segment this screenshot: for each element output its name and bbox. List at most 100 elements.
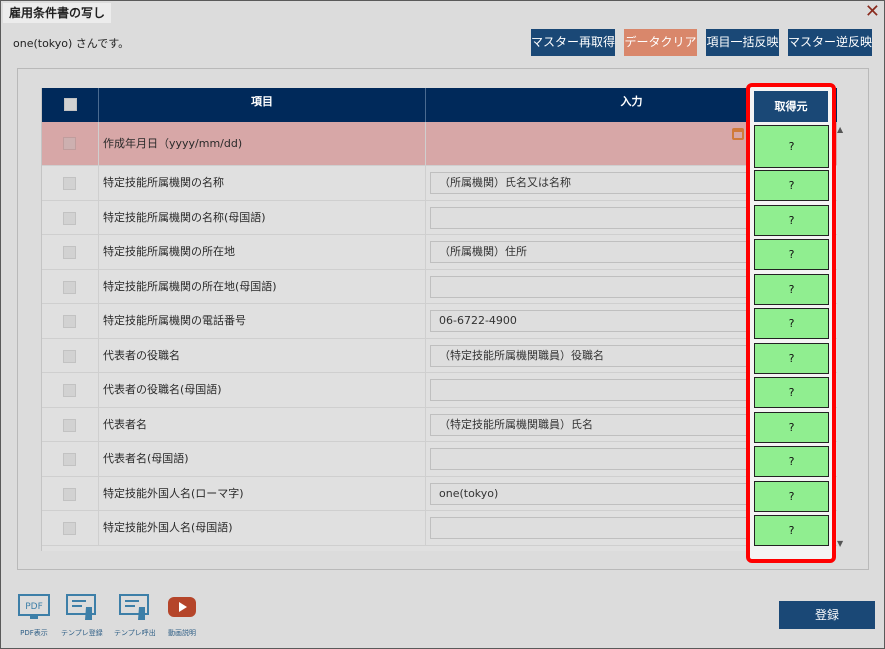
- row-checkbox[interactable]: [63, 453, 76, 466]
- row-checkbox[interactable]: [63, 487, 76, 501]
- source-cell[interactable]: ?: [754, 204, 829, 236]
- column-divider: [98, 338, 99, 372]
- column-divider: [425, 304, 426, 338]
- row-checkbox[interactable]: [63, 349, 76, 363]
- row-input-field[interactable]: 06-6722-4900: [430, 310, 760, 332]
- row-checkbox[interactable]: [63, 384, 76, 397]
- video-help-button[interactable]: 動画説明: [162, 593, 202, 638]
- source-cell[interactable]: ?: [754, 273, 829, 305]
- row-checkbox[interactable]: [63, 315, 76, 328]
- column-divider: [425, 442, 426, 476]
- column-divider: [98, 511, 99, 545]
- video-help-label: 動画説明: [168, 629, 196, 637]
- row-checkbox[interactable]: [63, 418, 76, 432]
- row-input-field[interactable]: （所属機関）住所: [430, 241, 760, 263]
- source-cell[interactable]: ?: [754, 411, 829, 443]
- scroll-up-icon[interactable]: ▲: [837, 125, 843, 134]
- pdf-icon-text: PDF: [25, 602, 43, 612]
- column-divider: [98, 166, 99, 200]
- row-input-field[interactable]: [430, 448, 760, 470]
- row-input-field[interactable]: [430, 206, 760, 229]
- template-register-label: テンプレ登録: [61, 629, 103, 637]
- column-divider: [98, 122, 99, 165]
- row-label: 特定技能外国人名(母国語): [103, 521, 233, 534]
- row-label: 代表者の役職名: [103, 348, 180, 362]
- row-label: 特定技能所属機関の名称(母国語): [103, 210, 266, 224]
- data-clear-button[interactable]: データクリア: [624, 29, 697, 56]
- row-label: 特定技能所属機関の名称: [103, 176, 224, 189]
- table-row: 特定技能所属機関の所在地 （所属機関）住所: [42, 235, 837, 270]
- source-cell[interactable]: ?: [754, 377, 829, 408]
- select-all-checkbox[interactable]: [63, 98, 77, 111]
- source-column-highlight: 取得元 ????????????: [746, 83, 836, 563]
- source-cell[interactable]: ?: [754, 170, 829, 201]
- dialog-title: 雇用条件書の写し: [3, 3, 112, 23]
- column-divider: [98, 476, 99, 510]
- table-row: 特定技能外国人名(ローマ字) one(tokyo): [42, 476, 837, 511]
- template-call-icon: [119, 594, 149, 620]
- item-apply-button[interactable]: 項目一括反映: [706, 29, 779, 56]
- table-row: 作成年月日（yyyy/mm/dd): [42, 122, 837, 166]
- column-divider: [98, 235, 99, 269]
- row-label: 特定技能所属機関の所在地: [103, 245, 235, 258]
- row-input-field[interactable]: [430, 379, 760, 401]
- master-reverse-button[interactable]: マスター逆反映: [788, 29, 872, 56]
- row-checkbox[interactable]: [63, 211, 76, 225]
- column-divider: [98, 373, 99, 407]
- column-divider: [425, 122, 426, 165]
- template-register-icon: [66, 594, 96, 620]
- row-input-field[interactable]: （所属機関）氏名又は名称: [430, 172, 760, 194]
- table-row: 代表者名(母国語): [42, 442, 837, 477]
- row-input-field[interactable]: [430, 275, 760, 298]
- video-icon: [168, 597, 196, 617]
- header-item: 項目: [99, 88, 426, 122]
- row-input-field[interactable]: one(tokyo): [430, 482, 760, 505]
- row-label: 特定技能外国人名(ローマ字): [103, 486, 244, 500]
- column-divider: [425, 511, 426, 545]
- source-cell[interactable]: ?: [754, 308, 829, 339]
- row-label: 特定技能所属機関の所在地(母国語): [103, 279, 277, 293]
- row-checkbox[interactable]: [63, 280, 76, 294]
- column-divider: [98, 304, 99, 338]
- column-divider: [425, 407, 426, 441]
- source-cell[interactable]: ?: [754, 125, 829, 168]
- table-row: 代表者名 （特定技能所属機関職員）氏名: [42, 407, 837, 442]
- header-select-all[interactable]: [42, 88, 99, 122]
- source-cell[interactable]: ?: [754, 515, 829, 546]
- data-grid: 項目 入力 作成年月日（yyyy/mm/dd) 特定技能所属機関の名称 （所属機関）…: [41, 88, 837, 551]
- row-input-field[interactable]: （特定技能所属機関職員）氏名: [430, 413, 760, 436]
- row-checkbox[interactable]: [63, 246, 76, 259]
- column-divider: [425, 269, 426, 303]
- row-label: 代表者の役職名(母国語): [103, 383, 222, 396]
- column-divider: [425, 476, 426, 510]
- pdf-view-button[interactable]: PDF PDF表示: [14, 593, 54, 638]
- pdf-icon: PDF: [18, 594, 50, 619]
- row-input-field[interactable]: （特定技能所属機関職員）役職名: [430, 344, 760, 367]
- source-cell[interactable]: ?: [754, 480, 829, 512]
- row-checkbox[interactable]: [63, 177, 76, 190]
- source-cell[interactable]: ?: [754, 342, 829, 374]
- calendar-icon[interactable]: [732, 128, 744, 140]
- row-input-field[interactable]: [430, 517, 760, 539]
- column-divider: [425, 235, 426, 269]
- template-call-button[interactable]: テンプレ呼出: [114, 593, 156, 638]
- table-row: 特定技能外国人名(母国語): [42, 511, 837, 546]
- row-label: 代表者名: [103, 417, 147, 431]
- table-row: 代表者の役職名 （特定技能所属機関職員）役職名: [42, 338, 837, 373]
- close-icon[interactable]: ✕: [865, 2, 880, 22]
- column-divider: [425, 373, 426, 407]
- column-divider: [425, 338, 426, 372]
- row-checkbox[interactable]: [63, 522, 76, 535]
- master-refetch-button[interactable]: マスター再取得: [531, 29, 615, 56]
- table-row: 特定技能所属機関の名称 （所属機関）氏名又は名称: [42, 166, 837, 201]
- source-cell[interactable]: ?: [754, 239, 829, 270]
- template-register-button[interactable]: テンプレ登録: [61, 593, 103, 638]
- row-label: 作成年月日（yyyy/mm/dd): [103, 137, 243, 150]
- scroll-down-icon[interactable]: ▼: [837, 539, 843, 548]
- row-label: 特定技能所属機関の電話番号: [103, 314, 246, 327]
- register-button[interactable]: 登録: [779, 601, 875, 629]
- source-cell[interactable]: ?: [754, 446, 829, 477]
- dialog-window: 雇用条件書の写し ✕ one(tokyo) さんです。 マスター再取得 データク…: [0, 0, 885, 649]
- row-checkbox[interactable]: [63, 137, 76, 150]
- table-row: 特定技能所属機関の名称(母国語): [42, 200, 837, 235]
